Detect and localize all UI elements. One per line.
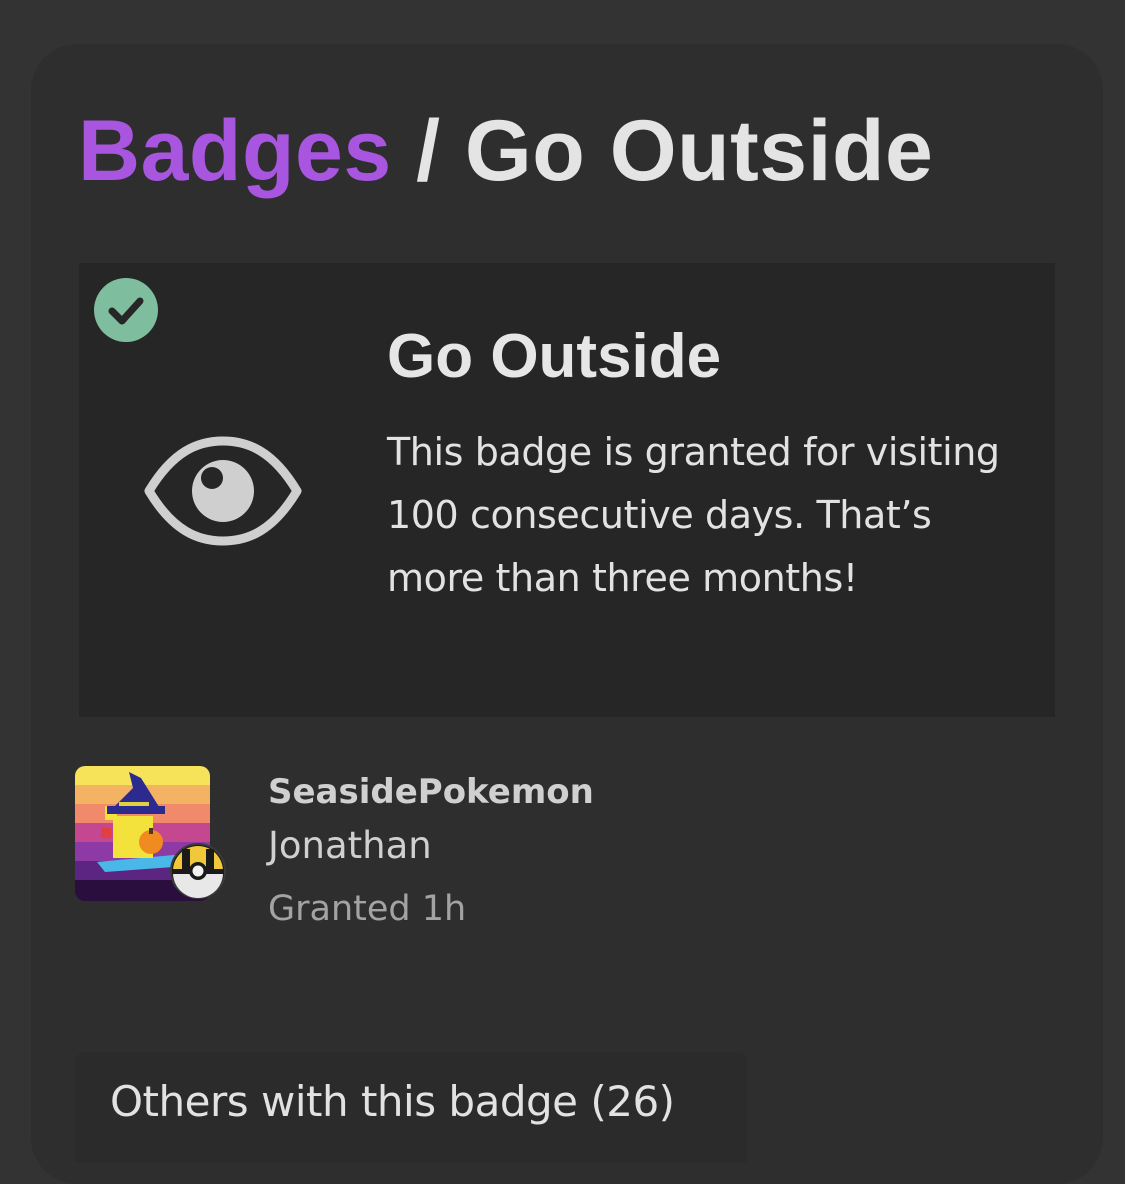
badge-card: Go Outside This badge is granted for vis…: [79, 263, 1055, 717]
user-real-name: Jonathan: [268, 824, 432, 867]
check-circle-icon: [94, 278, 158, 342]
ultra-ball-icon: [170, 843, 226, 899]
others-with-badge-label: Others with this badge (26): [110, 1077, 675, 1126]
breadcrumb-current: Go Outside: [464, 103, 934, 199]
user-avatar-link[interactable]: [75, 766, 235, 906]
eye-icon: [144, 436, 302, 546]
badge-name: Go Outside: [387, 322, 722, 391]
others-with-badge-tab[interactable]: Others with this badge (26): [75, 1052, 747, 1162]
granted-time: Granted 1h: [268, 889, 467, 929]
page-title: Badges / Go Outside: [78, 96, 933, 206]
username-link[interactable]: SeasidePokemon: [268, 766, 594, 818]
breadcrumb-badges-link[interactable]: Badges: [78, 103, 392, 199]
badge-description: This badge is granted for visiting 100 c…: [387, 430, 1000, 600]
breadcrumb-separator: /: [416, 103, 441, 199]
